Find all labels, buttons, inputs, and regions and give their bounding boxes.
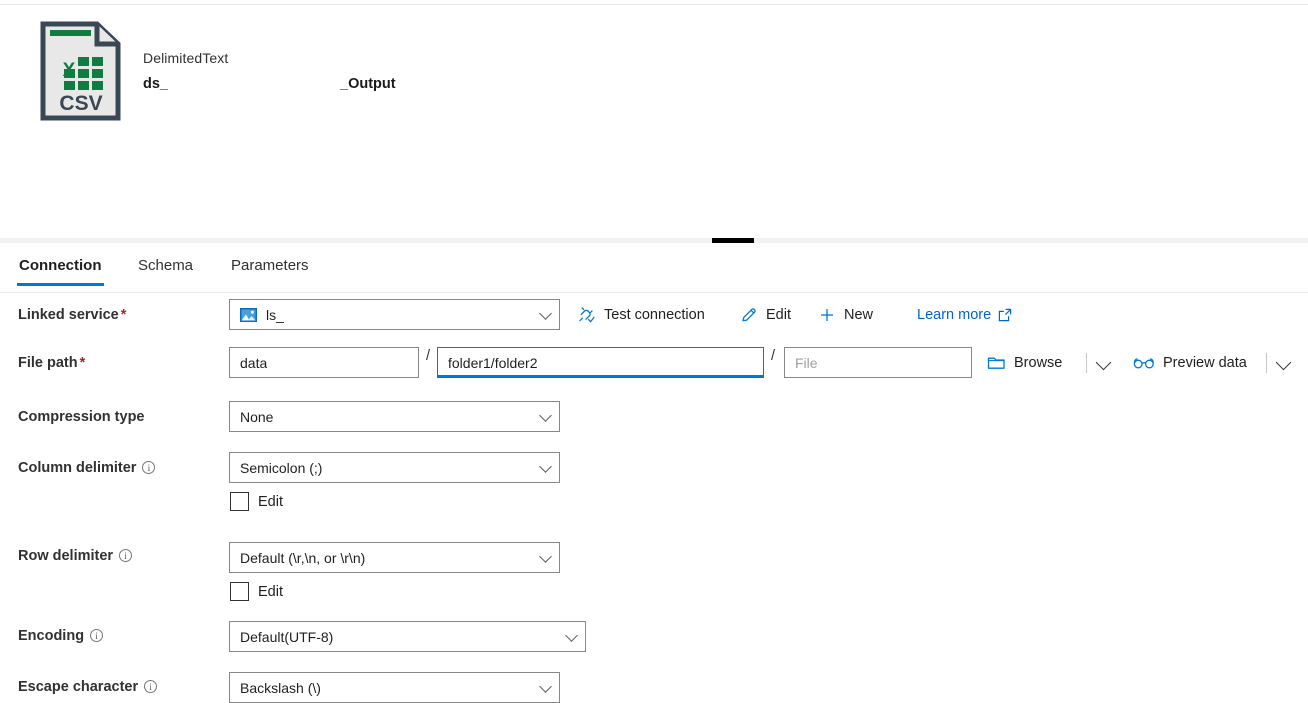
- row-delimiter-dropdown[interactable]: Default (\r,\n, or \r\n): [229, 542, 560, 573]
- encoding-dropdown[interactable]: Default(UTF-8): [229, 621, 586, 652]
- encoding-value: Default(UTF-8): [240, 628, 334, 645]
- edit-linked-service-button[interactable]: Edit: [740, 306, 791, 324]
- test-connection-label: Test connection: [604, 307, 705, 323]
- file-path-directory-value: folder1/folder2: [448, 354, 538, 371]
- tab-connection[interactable]: Connection: [17, 256, 104, 286]
- row-delimiter-label: Row delimiter: [18, 547, 133, 566]
- external-link-icon: [998, 308, 1012, 322]
- preview-data-button[interactable]: Preview data: [1133, 354, 1247, 372]
- panel-splitter[interactable]: [0, 238, 1308, 243]
- tab-bar: Connection Schema Parameters: [0, 248, 1308, 293]
- column-delimiter-dropdown[interactable]: Semicolon (;): [229, 452, 560, 483]
- compression-type-dropdown[interactable]: None: [229, 401, 560, 432]
- dataset-name-prefix: ds_: [143, 76, 168, 92]
- chevron-down-icon: [565, 628, 578, 642]
- linked-service-dropdown[interactable]: ls_: [229, 299, 560, 330]
- new-label: New: [844, 307, 874, 323]
- preview-divider: [1266, 353, 1267, 373]
- folder-icon: [987, 354, 1006, 372]
- row-delimiter-edit-label: Edit: [258, 583, 283, 600]
- escape-character-dropdown[interactable]: Backslash (\): [229, 672, 560, 703]
- chevron-down-icon: [539, 549, 552, 563]
- column-delimiter-value: Semicolon (;): [240, 459, 323, 476]
- linked-service-value: ls_: [266, 306, 284, 323]
- info-icon[interactable]: [119, 548, 133, 566]
- csv-file-icon: X CSV: [39, 20, 122, 122]
- checkbox-box[interactable]: [230, 582, 249, 601]
- required-asterisk: *: [120, 307, 127, 323]
- preview-chevron-down-icon[interactable]: [1274, 354, 1294, 374]
- info-icon[interactable]: [142, 460, 156, 478]
- learn-more-label: Learn more: [917, 307, 992, 323]
- browse-divider: [1086, 353, 1087, 373]
- browse-button[interactable]: Browse: [987, 354, 1062, 372]
- file-path-container-value: data: [240, 354, 268, 371]
- file-path-file-placeholder: File: [795, 354, 818, 371]
- browse-chevron-down-icon[interactable]: [1094, 354, 1114, 374]
- info-icon[interactable]: [90, 628, 104, 646]
- column-delimiter-edit-checkbox[interactable]: Edit: [230, 492, 283, 511]
- plug-check-icon: [578, 306, 596, 324]
- compression-type-value: None: [240, 408, 274, 425]
- pencil-icon: [740, 306, 758, 324]
- escape-character-value: Backslash (\): [240, 679, 321, 696]
- row-delimiter-value: Default (\r,\n, or \r\n): [240, 549, 366, 566]
- info-icon[interactable]: [144, 679, 158, 697]
- compression-type-label: Compression type: [18, 408, 145, 426]
- preview-data-label: Preview data: [1163, 355, 1247, 371]
- dataset-name: ds_ _Output: [143, 75, 396, 94]
- plus-icon: [818, 306, 836, 324]
- escape-character-label-text: Escape character: [18, 679, 139, 695]
- required-asterisk: *: [79, 355, 86, 371]
- encoding-label-text: Encoding: [18, 628, 85, 644]
- path-separator-1: /: [426, 348, 431, 364]
- chevron-down-icon: [539, 679, 552, 693]
- linked-service-label-text: Linked service: [18, 307, 119, 323]
- file-path-file-input[interactable]: File: [784, 347, 972, 378]
- column-delimiter-label: Column delimiter: [18, 459, 156, 478]
- checkbox-box[interactable]: [230, 492, 249, 511]
- chevron-down-icon: [539, 306, 552, 320]
- file-path-label: File path *: [18, 354, 85, 372]
- azure-blob-storage-icon: [240, 307, 257, 322]
- dataset-identity: DelimitedText ds_ _Output: [143, 49, 396, 94]
- glasses-icon: [1133, 356, 1155, 370]
- browse-label: Browse: [1014, 355, 1063, 371]
- column-delimiter-edit-label: Edit: [258, 493, 283, 510]
- row-delimiter-label-text: Row delimiter: [18, 548, 114, 564]
- learn-more-link[interactable]: Learn more: [917, 306, 1012, 324]
- file-path-directory-input[interactable]: folder1/folder2: [437, 347, 764, 378]
- chevron-down-icon: [539, 459, 552, 473]
- file-path-container-input[interactable]: data: [229, 347, 419, 378]
- row-delimiter-edit-checkbox[interactable]: Edit: [230, 582, 283, 601]
- dataset-name-suffix: _Output: [340, 76, 396, 92]
- file-path-label-text: File path: [18, 355, 78, 371]
- edit-label: Edit: [766, 307, 791, 323]
- chevron-down-icon: [539, 408, 552, 422]
- escape-character-label: Escape character: [18, 678, 158, 697]
- dataset-header: X CSV DelimitedText ds_ _Output: [0, 5, 1308, 230]
- tab-schema[interactable]: Schema: [136, 256, 195, 286]
- test-connection-button[interactable]: Test connection: [578, 306, 705, 324]
- linked-service-label: Linked service *: [18, 306, 126, 324]
- new-linked-service-button[interactable]: New: [818, 306, 873, 324]
- encoding-label: Encoding: [18, 627, 104, 646]
- compression-type-label-text: Compression type: [18, 409, 145, 425]
- splitter-drag-handle[interactable]: [712, 238, 754, 243]
- dataset-type-label: DelimitedText: [143, 50, 229, 66]
- svg-text:CSV: CSV: [59, 92, 102, 115]
- tab-parameters[interactable]: Parameters: [229, 256, 311, 286]
- column-delimiter-label-text: Column delimiter: [18, 460, 137, 476]
- path-separator-2: /: [771, 348, 776, 364]
